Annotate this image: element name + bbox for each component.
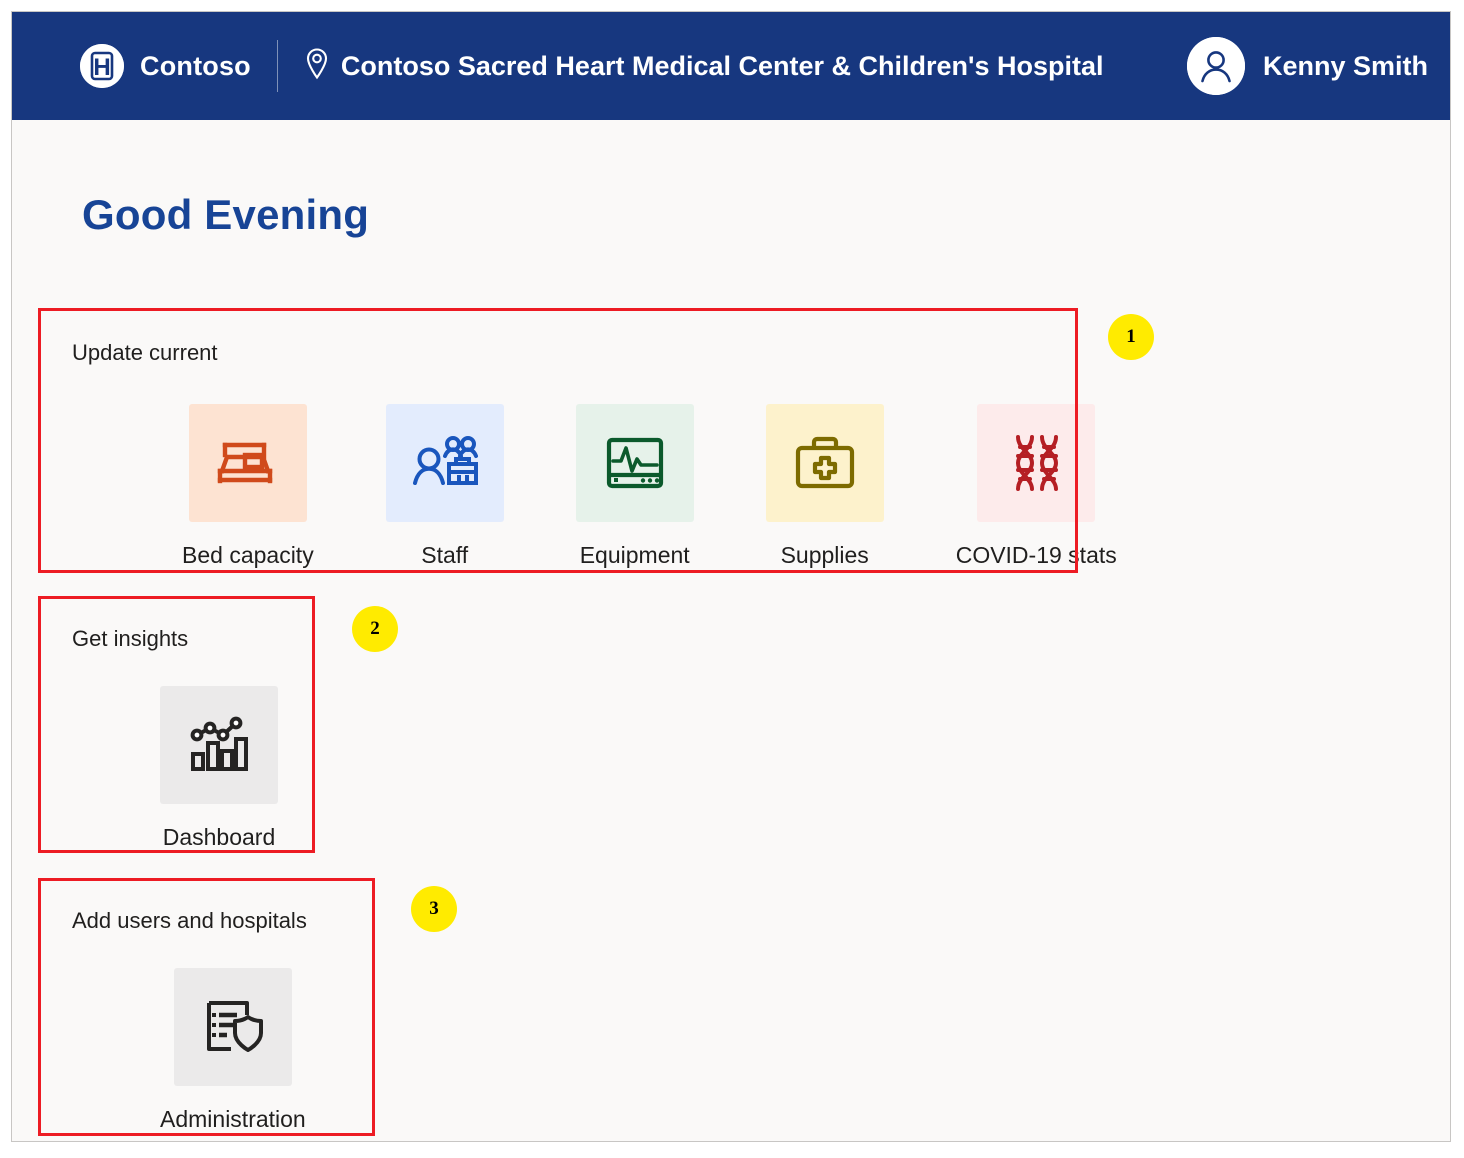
app-root: H Contoso Contoso Sacred Heart Medical C… bbox=[0, 0, 1464, 1158]
tile-bed-capacity[interactable]: Bed capacity bbox=[182, 404, 314, 569]
section-update-current: Update current Bed capacity Staff Equipm… bbox=[50, 320, 1117, 583]
tiles-row-update-current: Bed capacity Staff Equipment Supplies CO… bbox=[182, 404, 1117, 569]
tiles-row-add-users-and-hospitals: Administration bbox=[160, 968, 387, 1133]
contoso-logo-icon: H bbox=[80, 44, 124, 88]
people-work-icon bbox=[385, 404, 504, 522]
app-window: H Contoso Contoso Sacred Heart Medical C… bbox=[11, 11, 1451, 1142]
header-divider bbox=[276, 40, 278, 92]
svg-text:H: H bbox=[93, 54, 110, 81]
user-menu[interactable]: Kenny Smith bbox=[1186, 37, 1428, 95]
tile-staff[interactable]: Staff bbox=[385, 404, 504, 569]
site-selector[interactable]: Contoso Sacred Heart Medical Center & Ch… bbox=[304, 47, 1104, 86]
tile-covid-19-stats[interactable]: COVID-19 stats bbox=[956, 404, 1117, 569]
tile-supplies[interactable]: Supplies bbox=[765, 404, 884, 569]
tiles-row-get-insights: Dashboard bbox=[160, 686, 327, 851]
annotation-badge-2: 2 bbox=[352, 606, 398, 652]
tile-label: Administration bbox=[160, 1106, 306, 1132]
tile-equipment[interactable]: Equipment bbox=[575, 404, 694, 569]
bed-icon bbox=[188, 404, 307, 522]
top-navigation-bar: H Contoso Contoso Sacred Heart Medical C… bbox=[12, 12, 1450, 120]
brand-area[interactable]: H Contoso bbox=[80, 44, 251, 88]
tile-label: Dashboard bbox=[162, 824, 276, 850]
tile-label: COVID-19 stats bbox=[955, 542, 1117, 568]
annotation-badge-3: 3 bbox=[411, 886, 457, 932]
document-shield-icon bbox=[173, 968, 292, 1086]
tile-label: Bed capacity bbox=[182, 542, 314, 568]
person-icon bbox=[1186, 37, 1245, 95]
annotation-badge-1: 1 bbox=[1108, 314, 1154, 360]
bar-chart-trend-icon bbox=[160, 686, 278, 804]
section-title-get-insights: Get insights bbox=[72, 626, 189, 651]
tile-administration[interactable]: Administration bbox=[160, 968, 306, 1133]
section-add-users-and-hospitals: Add users and hospitals Administration bbox=[50, 890, 387, 1148]
user-name: Kenny Smith bbox=[1262, 50, 1428, 81]
tile-label: Staff bbox=[421, 542, 469, 568]
page-title: Good Evening bbox=[82, 191, 370, 238]
tile-label: Supplies bbox=[780, 542, 869, 568]
site-name: Contoso Sacred Heart Medical Center & Ch… bbox=[340, 50, 1104, 81]
tile-label: Equipment bbox=[579, 542, 690, 568]
section-title-update-current: Update current bbox=[72, 340, 218, 365]
section-get-insights: Get insights Dashboard bbox=[50, 608, 327, 865]
section-title-add-users-and-hospitals: Add users and hospitals bbox=[72, 908, 307, 933]
medical-kit-icon bbox=[765, 404, 884, 522]
brand-name: Contoso bbox=[140, 50, 251, 81]
page-body: Good Evening Update current Bed capacity… bbox=[12, 120, 1450, 1141]
dna-icon bbox=[977, 404, 1096, 522]
monitor-vitals-icon bbox=[575, 404, 694, 522]
tile-dashboard[interactable]: Dashboard bbox=[160, 686, 278, 851]
map-pin-icon bbox=[304, 47, 330, 86]
